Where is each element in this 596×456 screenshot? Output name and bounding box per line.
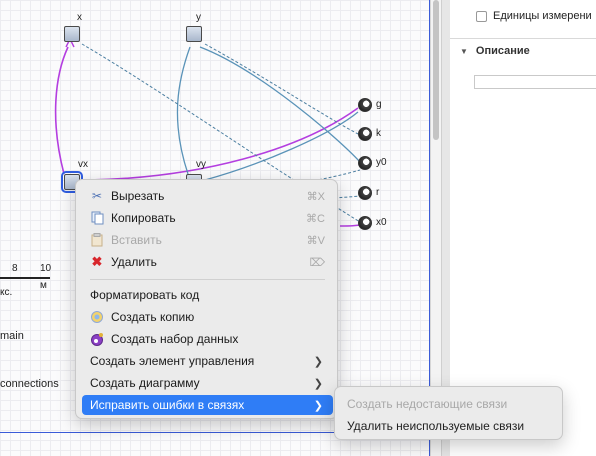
collapse-triangle-icon[interactable]: ▼ [460,47,468,56]
scale-bar: 8 10 м кс. [0,263,60,298]
node-label-vy: vy [196,159,206,170]
param-g-icon[interactable] [358,98,372,112]
menu-item-paste-shortcut: ⌘V [306,234,325,247]
menu-item-create-copy-label: Создать копию [111,310,195,324]
submenu-item-create-missing[interactable]: Создать недостающие связи [347,394,507,414]
link-y-to-y0 [199,46,361,163]
menu-item-delete-shortcut: ⌦ [309,256,325,269]
param-x0-icon[interactable] [358,216,372,230]
scrollbar-thumb[interactable] [433,0,439,140]
description-section-header[interactable]: ▼ Описание [450,42,596,60]
dataset-icon [89,331,105,347]
create-copy-icon [89,309,105,325]
delete-x-icon: ✖ [91,254,103,269]
description-field[interactable] [474,75,596,89]
link-vx-to-x [54,46,69,175]
copy-icon [89,210,105,226]
menu-item-create-dataset[interactable]: Создать набор данных [82,329,333,349]
menu-item-copy-label: Копировать [111,211,176,225]
link-y-to-k [204,43,363,137]
menu-item-fix-links-label: Исправить ошибки в связях [90,398,245,412]
fix-links-submenu: Создать недостающие связи Удалить неиспо… [334,386,563,440]
submenu-item-remove-unused[interactable]: Удалить неиспользуемые связи [347,416,524,436]
param-label-g: g [376,99,382,110]
node-label-x: x [77,12,82,23]
menu-item-format-code[interactable]: Форматировать код [82,285,333,305]
menu-item-delete-label: Удалить [111,255,157,269]
node-label-vx: vx [78,159,88,170]
scale-line [0,277,50,279]
units-checkbox-row[interactable]: Единицы измерени [476,10,592,22]
menu-item-format-code-label: Форматировать код [90,288,200,302]
param-r-icon[interactable] [358,186,372,200]
stock-node-y[interactable] [186,26,202,42]
param-label-k: k [376,128,381,139]
units-checkbox[interactable] [476,10,487,22]
units-checkbox-label: Единицы измерени [493,10,592,22]
menu-item-create-copy[interactable]: Создать копию [82,307,333,327]
chevron-right-icon: ❯ [313,399,323,412]
clipboard-icon [89,232,105,248]
menu-item-create-control-label: Создать элемент управления [90,354,255,368]
submenu-item-remove-unused-label: Удалить неиспользуемые связи [347,419,525,433]
menu-item-cut-shortcut: ⌘X [306,190,325,203]
menu-item-paste[interactable]: Вставить ⌘V [82,230,333,250]
menu-item-copy-shortcut: ⌘C [306,212,325,225]
chevron-right-icon: ❯ [313,377,323,390]
menu-item-cut[interactable]: ✂ Вырезать ⌘X [82,186,333,206]
node-label-y: y [196,12,201,23]
label-main: main [0,330,24,342]
menu-item-paste-label: Вставить [111,233,162,247]
menu-item-copy[interactable]: Копировать ⌘C [82,208,333,228]
menu-item-create-chart-label: Создать диаграмму [90,376,200,390]
param-label-r: r [376,187,380,198]
menu-item-create-chart[interactable]: Создать диаграмму ❯ [82,373,333,393]
scissors-icon: ✂ [91,189,103,203]
menu-separator [90,279,325,280]
menu-item-cut-label: Вырезать [111,189,165,203]
scale-unit-cut: кс. [0,287,13,298]
param-y0-icon[interactable] [358,156,372,170]
param-k-icon[interactable] [358,127,372,141]
menu-item-create-control[interactable]: Создать элемент управления ❯ [82,351,333,371]
param-label-x0: x0 [376,217,387,228]
context-menu: ✂ Вырезать ⌘X Копировать ⌘C Вставить ⌘V … [75,179,338,419]
param-label-y0: y0 [376,157,387,168]
menu-item-delete[interactable]: ✖ Удалить ⌦ [82,252,333,272]
chevron-right-icon: ❯ [313,355,323,368]
link-g-to-vx [87,107,359,181]
menu-item-create-dataset-label: Создать набор данных [111,332,239,346]
panel-divider [450,38,596,39]
submenu-item-create-missing-label: Создать недостающие связи [347,397,508,411]
scale-tick-8: 8 [12,263,18,274]
label-connections: connections [0,378,59,390]
scale-unit: м [40,280,47,291]
description-section-title: Описание [475,45,530,57]
scale-tick-10: 10 [40,263,52,274]
stock-node-x[interactable] [64,26,80,42]
menu-item-fix-links[interactable]: Исправить ошибки в связях ❯ [82,395,333,415]
